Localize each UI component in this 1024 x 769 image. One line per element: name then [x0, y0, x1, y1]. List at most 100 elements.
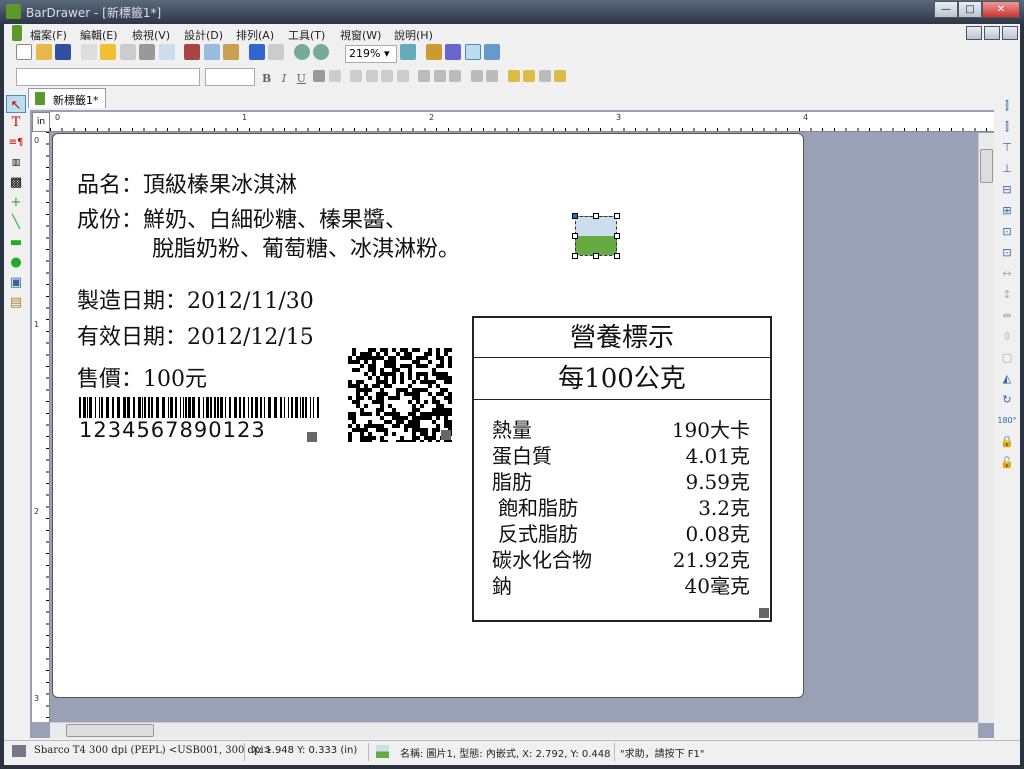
line-cross-tool-icon[interactable]: +	[6, 193, 26, 213]
menu-view[interactable]: 檢視(V)	[132, 27, 170, 43]
product-name-text[interactable]: 品名：頂級榛果冰淇淋	[77, 167, 297, 199]
database-icon[interactable]	[100, 44, 116, 60]
rotate-180-icon[interactable]: 180°	[996, 410, 1018, 431]
bold-button[interactable]: B	[262, 72, 271, 85]
ingredients-text-2[interactable]: 脫脂奶粉、葡萄糖、冰淇淋粉。	[152, 231, 460, 263]
center-horizontal-icon[interactable]: ⊡	[996, 242, 1018, 263]
zoom-select[interactable]: 219% ▾	[345, 45, 397, 63]
menu-window[interactable]: 視窗(W)	[340, 27, 381, 43]
vertical-scrollbar[interactable]	[978, 133, 994, 723]
menu-arrange[interactable]: 排列(A)	[236, 27, 274, 43]
select-mode-icon[interactable]	[464, 44, 481, 60]
italic-button[interactable]: I	[282, 72, 286, 85]
minimize-button[interactable]: —	[934, 1, 958, 18]
font-size-select[interactable]	[205, 68, 255, 86]
zoom-out-icon[interactable]	[313, 44, 329, 60]
price-text[interactable]: 售價：100元	[77, 361, 207, 393]
distribute-icon[interactable]	[486, 70, 499, 82]
resize-handle[interactable]	[572, 233, 578, 239]
font-size-icon[interactable]	[328, 70, 341, 82]
align-top-icon[interactable]: ⊤	[996, 137, 1018, 158]
lock-icon[interactable]: 🔒	[996, 431, 1018, 452]
mdi-close-button[interactable]	[1002, 26, 1018, 40]
resize-handle[interactable]	[593, 213, 599, 219]
align-center-icon[interactable]	[365, 70, 378, 82]
horizontal-scrollbar[interactable]	[50, 722, 978, 738]
ellipse-tool-icon[interactable]: ●	[6, 253, 26, 273]
menu-design[interactable]: 設計(D)	[184, 27, 223, 43]
align-middle-icon[interactable]: ⊟	[996, 179, 1018, 200]
group-icon[interactable]	[538, 70, 551, 82]
barcode-tool-icon[interactable]: ▥	[6, 153, 26, 173]
justify-icon[interactable]	[396, 70, 409, 82]
paste-icon[interactable]	[223, 44, 239, 60]
new-icon[interactable]	[16, 44, 32, 60]
space-h-icon[interactable]: ⇹	[996, 305, 1018, 326]
image-icon[interactable]	[119, 44, 136, 60]
unlock-icon[interactable]: 🔓	[996, 452, 1018, 473]
barcode-text-above-icon[interactable]	[449, 70, 462, 82]
copy-icon[interactable]	[203, 44, 220, 60]
same-size-icon[interactable]: ▢	[996, 347, 1018, 368]
database-field-tool-icon[interactable]: ▤	[6, 293, 26, 313]
rectangle-tool-icon[interactable]: ▬	[6, 233, 26, 253]
align-left-icon[interactable]	[350, 70, 363, 82]
barcode-text-none-icon[interactable]	[418, 70, 431, 82]
help-icon[interactable]	[484, 44, 500, 60]
expiry-date-text[interactable]: 有效日期：2012/12/15	[77, 319, 314, 351]
open-icon[interactable]	[35, 44, 52, 60]
resize-handle[interactable]	[614, 253, 620, 259]
scroll-thumb[interactable]	[66, 724, 154, 737]
bring-front-icon[interactable]	[507, 70, 520, 82]
align-center-icon[interactable]: ⊞	[996, 200, 1018, 221]
resize-handle[interactable]	[614, 233, 620, 239]
menu-file[interactable]: 檔案(F)	[30, 27, 67, 43]
text-tool-icon[interactable]: T	[6, 113, 26, 133]
center-vertical-icon[interactable]: ⊡	[996, 221, 1018, 242]
maximize-button[interactable]: □	[958, 1, 982, 18]
barcode-text-below-icon[interactable]	[433, 70, 446, 82]
print-preview-icon[interactable]	[158, 44, 175, 60]
inverse-icon[interactable]	[313, 70, 326, 82]
ruler-icon[interactable]	[425, 44, 442, 60]
menu-edit[interactable]: 編輯(E)	[80, 27, 118, 43]
picture-tool-icon[interactable]: ▣	[6, 273, 26, 293]
undo-icon[interactable]	[248, 44, 265, 60]
align-bottom-icon[interactable]: ⊥	[996, 158, 1018, 179]
save-icon[interactable]	[55, 44, 71, 60]
resize-handle[interactable]	[572, 213, 578, 219]
zoom-in-icon[interactable]	[293, 44, 310, 60]
same-width-icon[interactable]: ↔	[996, 263, 1018, 284]
ungroup-icon[interactable]	[554, 70, 567, 82]
ean13-barcode[interactable]	[79, 397, 323, 418]
space-v-icon[interactable]: ⇳	[996, 326, 1018, 347]
close-button[interactable]: ✕	[982, 1, 1020, 18]
mdi-restore-button[interactable]	[984, 26, 1000, 40]
font-name-select[interactable]	[16, 68, 200, 86]
2d-barcode[interactable]	[348, 348, 452, 444]
print-icon[interactable]	[139, 44, 155, 60]
paragraph-tool-icon[interactable]: ≡¶	[6, 133, 26, 153]
tab-new-label-1[interactable]: 新標籤1*	[28, 88, 106, 108]
mdi-minimize-button[interactable]	[966, 26, 982, 40]
align-left-edge-icon[interactable]: ⫿	[996, 95, 1018, 116]
cut-icon[interactable]	[184, 44, 200, 60]
align-objects-icon[interactable]	[470, 70, 483, 82]
manufacture-date-text[interactable]: 製造日期：2012/11/30	[77, 283, 314, 315]
menu-tools[interactable]: 工具(T)	[288, 27, 325, 43]
ingredients-text-1[interactable]: 成份：鮮奶、白細砂糖、榛果醬、	[77, 202, 407, 234]
same-height-icon[interactable]: ↕	[996, 284, 1018, 305]
scroll-thumb[interactable]	[980, 149, 993, 183]
menu-help[interactable]: 說明(H)	[394, 27, 433, 43]
resize-handle[interactable]	[572, 253, 578, 259]
align-right-icon[interactable]	[381, 70, 394, 82]
resize-handle[interactable]	[614, 213, 620, 219]
flip-icon[interactable]: ◭	[996, 368, 1018, 389]
rotate-icon[interactable]: ↻	[996, 389, 1018, 410]
grid-icon[interactable]	[445, 44, 461, 60]
2d-barcode-tool-icon[interactable]: ▩	[6, 173, 26, 193]
align-right-edge-icon[interactable]: ⫿	[996, 116, 1018, 137]
underline-button[interactable]: U	[297, 72, 306, 85]
resize-handle[interactable]	[593, 253, 599, 259]
page-setup-icon[interactable]	[80, 44, 97, 60]
